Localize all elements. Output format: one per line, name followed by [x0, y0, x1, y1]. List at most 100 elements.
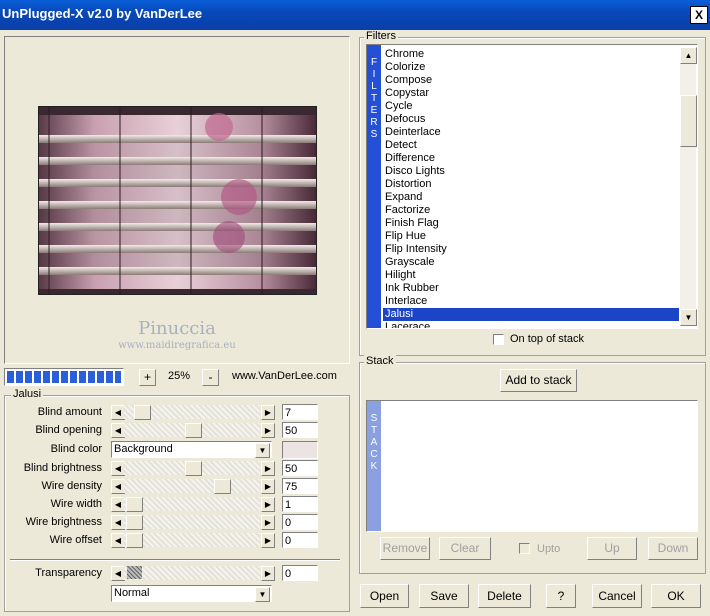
- filters-list[interactable]: Chrome Colorize Compose Copystar Cycle Defocu…: [383, 48, 679, 328]
- filter-item[interactable]: Lacerace: [383, 321, 679, 328]
- filter-item[interactable]: Expand: [383, 191, 679, 204]
- blend-mode-select[interactable]: Normal ▼: [111, 585, 272, 602]
- transparency-slider[interactable]: ◀ ▶: [111, 566, 275, 581]
- param-slider[interactable]: ◀ ▶: [111, 461, 275, 476]
- chevron-down-icon[interactable]: ▼: [255, 587, 270, 602]
- filter-item[interactable]: Ink Rubber: [383, 282, 679, 295]
- slider-track[interactable]: [124, 497, 260, 511]
- filter-item[interactable]: Factorize: [383, 204, 679, 217]
- filter-item[interactable]: Jalusi: [383, 308, 679, 321]
- close-button[interactable]: X: [690, 6, 708, 24]
- slider-track[interactable]: [124, 566, 260, 580]
- param-input[interactable]: 0: [282, 532, 318, 548]
- filter-item[interactable]: Cycle: [383, 100, 679, 113]
- filter-item[interactable]: Distortion: [383, 178, 679, 191]
- chevron-down-icon[interactable]: ▼: [255, 443, 270, 458]
- cancel-button[interactable]: Cancel: [592, 584, 642, 608]
- param-slider[interactable]: ◀ ▶: [111, 479, 275, 494]
- param-slider[interactable]: ◀ ▶: [111, 515, 275, 530]
- upto-checkbox[interactable]: [519, 543, 530, 554]
- progress-fill: [7, 371, 121, 383]
- ok-button[interactable]: OK: [651, 584, 701, 608]
- param-slider[interactable]: ◀ ▶: [111, 405, 275, 420]
- filter-item[interactable]: Difference: [383, 152, 679, 165]
- down-button[interactable]: Down: [648, 537, 698, 560]
- blind-color-swatch[interactable]: [282, 441, 318, 459]
- param-input[interactable]: 75: [282, 478, 318, 494]
- up-button[interactable]: Up: [587, 537, 637, 560]
- slider-thumb[interactable]: [134, 405, 151, 420]
- param-slider[interactable]: ◀ ▶: [111, 423, 275, 438]
- param-input[interactable]: 50: [282, 460, 318, 476]
- delete-button[interactable]: Delete: [478, 584, 531, 608]
- arrow-left-icon[interactable]: ◀: [111, 479, 125, 494]
- param-input[interactable]: 7: [282, 404, 318, 420]
- save-button[interactable]: Save: [419, 584, 469, 608]
- clear-button[interactable]: Clear: [439, 537, 491, 560]
- arrow-right-icon[interactable]: ▶: [261, 497, 275, 512]
- param-input[interactable]: 0: [282, 514, 318, 530]
- filter-item[interactable]: Chrome: [383, 48, 679, 61]
- help-button[interactable]: ?: [546, 584, 576, 608]
- arrow-right-icon[interactable]: ▶: [261, 566, 275, 581]
- add-to-stack-button[interactable]: Add to stack: [500, 369, 577, 392]
- strip-letter: K: [370, 461, 378, 472]
- filter-item[interactable]: Colorize: [383, 61, 679, 74]
- open-button[interactable]: Open: [360, 584, 409, 608]
- filters-listbox[interactable]: FILTERS Chrome Colorize Compose Copystar Cyc…: [366, 44, 698, 329]
- filter-item[interactable]: Grayscale: [383, 256, 679, 269]
- scroll-down-icon[interactable]: ▼: [680, 309, 697, 326]
- arrow-left-icon[interactable]: ◀: [111, 515, 125, 530]
- transparency-input[interactable]: 0: [282, 565, 318, 581]
- slider-track[interactable]: [124, 533, 260, 547]
- arrow-right-icon[interactable]: ▶: [261, 533, 275, 548]
- slider-thumb[interactable]: [185, 461, 202, 476]
- slider-thumb[interactable]: [127, 566, 142, 579]
- slider-label: Wire density: [41, 480, 102, 492]
- arrow-left-icon[interactable]: ◀: [111, 566, 125, 581]
- param-slider[interactable]: ◀ ▶: [111, 533, 275, 548]
- arrow-left-icon[interactable]: ◀: [111, 423, 125, 438]
- filter-item[interactable]: Disco Lights: [383, 165, 679, 178]
- filter-item[interactable]: Copystar: [383, 87, 679, 100]
- arrow-left-icon[interactable]: ◀: [111, 533, 125, 548]
- slider-track[interactable]: [124, 479, 260, 493]
- zoom-in-button[interactable]: +: [139, 369, 156, 386]
- filter-item[interactable]: Flip Intensity: [383, 243, 679, 256]
- slider-thumb[interactable]: [214, 479, 231, 494]
- arrow-right-icon[interactable]: ▶: [261, 479, 275, 494]
- slider-thumb[interactable]: [185, 423, 202, 438]
- scroll-thumb[interactable]: [680, 95, 697, 147]
- slider-thumb[interactable]: [126, 497, 143, 512]
- param-input[interactable]: 50: [282, 422, 318, 438]
- param-input[interactable]: 1: [282, 496, 318, 512]
- arrow-right-icon[interactable]: ▶: [261, 515, 275, 530]
- filter-item[interactable]: Hilight: [383, 269, 679, 282]
- filter-item[interactable]: Detect: [383, 139, 679, 152]
- filter-item[interactable]: Interlace: [383, 295, 679, 308]
- slider-thumb[interactable]: [126, 515, 143, 530]
- stack-listbox[interactable]: STACK: [366, 400, 698, 532]
- filters-scrollbar[interactable]: ▲ ▼: [680, 47, 697, 326]
- remove-button[interactable]: Remove: [380, 537, 430, 560]
- slider-track[interactable]: [124, 515, 260, 529]
- arrow-right-icon[interactable]: ▶: [261, 405, 275, 420]
- arrow-right-icon[interactable]: ▶: [261, 423, 275, 438]
- arrow-left-icon[interactable]: ◀: [111, 405, 125, 420]
- slider-thumb[interactable]: [126, 533, 143, 548]
- arrow-left-icon[interactable]: ◀: [111, 461, 125, 476]
- blind-color-select[interactable]: Background ▼: [111, 441, 272, 458]
- filter-item[interactable]: Defocus: [383, 113, 679, 126]
- arrow-right-icon[interactable]: ▶: [261, 461, 275, 476]
- preview-panel[interactable]: Pinuccia www.maidiregrafica.eu: [4, 36, 350, 364]
- filter-item[interactable]: Compose: [383, 74, 679, 87]
- arrow-left-icon[interactable]: ◀: [111, 497, 125, 512]
- on-top-checkbox[interactable]: [493, 334, 504, 345]
- filter-item[interactable]: Finish Flag: [383, 217, 679, 230]
- param-slider[interactable]: ◀ ▶: [111, 497, 275, 512]
- vanderlee-link[interactable]: www.VanDerLee.com: [232, 370, 337, 382]
- filter-item[interactable]: Deinterlace: [383, 126, 679, 139]
- zoom-out-button[interactable]: -: [202, 369, 219, 386]
- scroll-up-icon[interactable]: ▲: [680, 47, 697, 64]
- filter-item[interactable]: Flip Hue: [383, 230, 679, 243]
